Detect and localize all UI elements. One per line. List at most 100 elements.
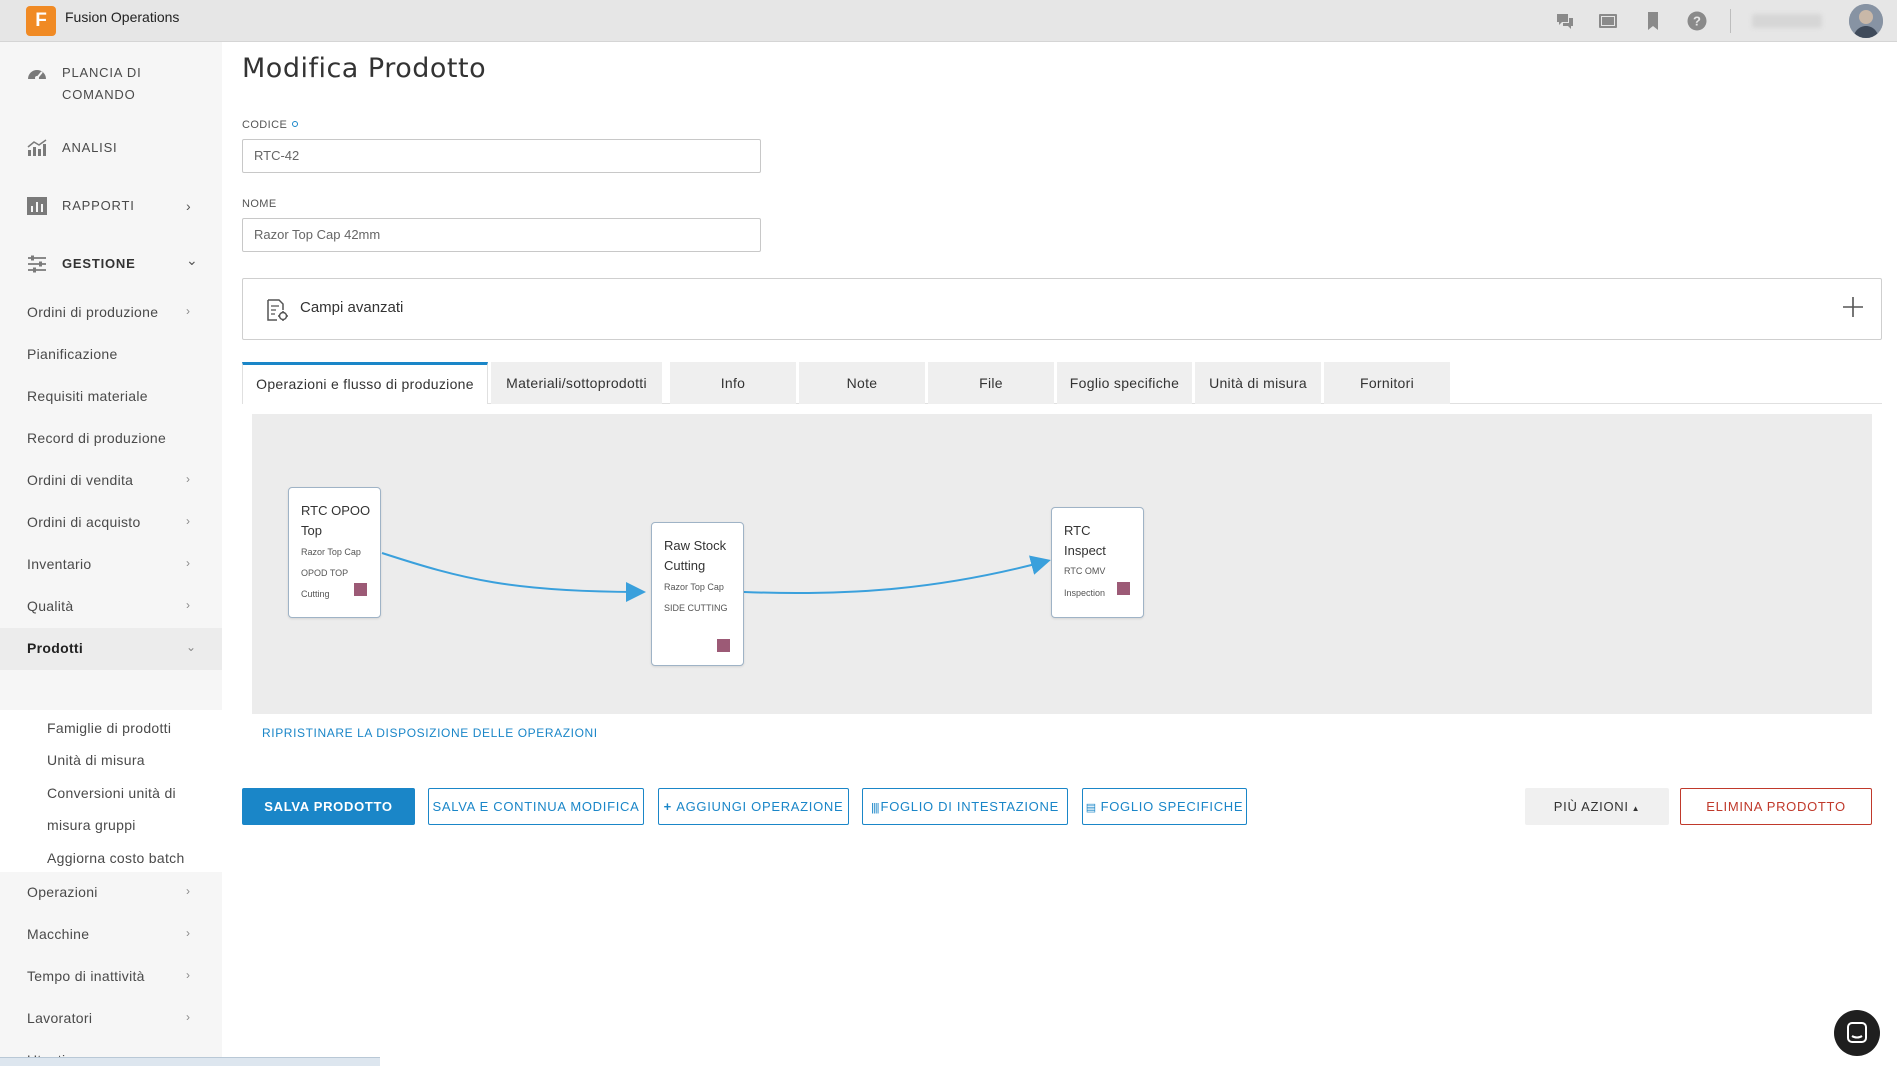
sidebar-subitem-units[interactable]: Unità di misura (47, 752, 145, 768)
header-sheet-button[interactable]: |||| FOGLIO DI INTESTAZIONE (862, 788, 1068, 825)
sidebar-item-label: RAPPORTI (62, 198, 135, 213)
svg-text:?: ? (1693, 14, 1701, 29)
code-label: CODICE (242, 119, 299, 131)
caret-up-icon: ▲ (1628, 804, 1641, 813)
sidebar-item-analytics[interactable]: ANALISI (0, 138, 222, 162)
tab-operations-flow[interactable]: Operazioni e flusso di produzione (242, 362, 488, 404)
status-square-icon (354, 583, 367, 596)
flow-node-rtc-opoo-top[interactable]: RTC OPOO Top Razor Top Cap OPOD TOP Cutt… (288, 487, 381, 618)
sidebar-item-label: Operazioni (27, 884, 98, 900)
barcode-icon: |||| (871, 802, 881, 814)
sidebar-item-machines[interactable]: Macchine › (0, 914, 222, 956)
tab-info[interactable]: Info (670, 362, 796, 404)
tab-suppliers[interactable]: Fornitori (1324, 362, 1450, 404)
more-actions-label: PIÙ AZIONI (1553, 799, 1629, 814)
add-operation-button[interactable]: + AGGIUNGI OPERAZIONE (658, 788, 849, 825)
sidebar-item-label: Pianificazione (27, 346, 118, 362)
avatar[interactable] (1849, 4, 1883, 38)
dashboard-icon (28, 70, 46, 80)
sidebar-item-purchase-orders[interactable]: Ordini di acquisto › (0, 502, 222, 544)
chat-icon[interactable] (1554, 10, 1576, 32)
video-icon[interactable] (1597, 10, 1619, 32)
sidebar-item-products[interactable]: Prodotti ⌄ (0, 628, 222, 670)
flow-node-raw-stock-cutting[interactable]: Raw Stock Cutting Razor Top Cap SIDE CUT… (651, 522, 744, 666)
user-avatar-icon (1849, 4, 1883, 38)
sidebar-subitem-unit-conversions[interactable]: Conversioni unità di (47, 785, 176, 801)
sidebar-item-label: Ordini di acquisto (27, 514, 141, 530)
tab-notes[interactable]: Note (799, 362, 925, 404)
sidebar-item-label: Requisiti materiale (27, 388, 148, 404)
sidebar-item-label: Record di produzione (27, 430, 167, 446)
chat-bubble-icon (1847, 1022, 1867, 1043)
support-chat-button[interactable] (1834, 1010, 1880, 1056)
sidebar-item-quality[interactable]: Qualità › (0, 586, 222, 628)
app-title[interactable]: Fusion Operations (65, 9, 179, 25)
plus-icon: + (663, 799, 677, 814)
chevron-right-icon: › (186, 556, 190, 570)
help-icon[interactable]: ? (1686, 10, 1708, 32)
spec-sheet-label: FOGLIO SPECIFICHE (1100, 799, 1244, 814)
sidebar-subitem-update-batch-cost[interactable]: Aggiorna costo batch (47, 850, 185, 866)
bookmark-icon[interactable] (1642, 10, 1664, 32)
chevron-right-icon: › (186, 304, 190, 318)
page-title: Modifica Prodotto (242, 53, 487, 84)
sidebar-item-workers[interactable]: Lavoratori › (0, 998, 222, 1040)
header-sheet-label: FOGLIO DI INTESTAZIONE (880, 799, 1059, 814)
sidebar-item-dashboard[interactable]: PLANCIA DI COMANDO (0, 60, 222, 104)
node-operation: SIDE CUTTING (664, 603, 728, 613)
spec-sheet-button[interactable]: ▤ FOGLIO SPECIFICHE (1082, 788, 1247, 825)
reports-icon (27, 197, 47, 215)
code-input[interactable]: RTC-42 (242, 139, 761, 173)
sidebar-item-management[interactable]: GESTIONE ⌄ (0, 252, 222, 278)
chevron-right-icon: › (186, 968, 190, 982)
flow-arrow-1 (381, 552, 646, 602)
tab-spec-sheet[interactable]: Foglio specifiche (1057, 362, 1192, 404)
tab-files[interactable]: File (928, 362, 1054, 404)
save-product-button[interactable]: SALVA PRODOTTO (242, 788, 415, 825)
more-actions-button[interactable]: PIÙ AZIONI ▲ (1525, 788, 1669, 825)
sidebar-item-operations[interactable]: Operazioni › (0, 872, 222, 914)
sidebar-item-label: ANALISI (62, 140, 118, 155)
chevron-right-icon: › (186, 884, 190, 898)
tab-units[interactable]: Unità di misura (1195, 362, 1321, 404)
sidebar-item-label: Macchine (27, 926, 90, 942)
node-product: Razor Top Cap (301, 547, 361, 557)
sidebar-item-production-orders[interactable]: Ordini di produzione › (0, 292, 222, 334)
divider (1730, 9, 1731, 33)
save-continue-button[interactable]: SALVA E CONTINUA MODIFICA (428, 788, 644, 825)
sidebar-subitem-product-families[interactable]: Famiglie di prodotti (47, 720, 171, 736)
advanced-fields-label: Campi avanzati (300, 299, 404, 316)
sidebar: PLANCIA DI COMANDO ANALISI RAPPORTI › GE… (0, 42, 222, 1066)
sidebar-item-label: Lavoratori (27, 1010, 93, 1026)
sidebar-item-reports[interactable]: RAPPORTI › (0, 196, 222, 220)
reset-layout-link[interactable]: RIPRISTINARE LA DISPOSIZIONE DELLE OPERA… (262, 726, 598, 740)
chevron-right-icon: › (186, 926, 190, 940)
sidebar-item-label: Ordini di vendita (27, 472, 134, 488)
sidebar-item-downtime[interactable]: Tempo di inattività › (0, 956, 222, 998)
sidebar-item-label: PLANCIA DI COMANDO (62, 65, 142, 102)
name-input[interactable]: Razor Top Cap 42mm (242, 218, 761, 252)
sidebar-item-label: GESTIONE (62, 256, 136, 271)
status-bar-url (0, 1057, 380, 1066)
operations-flow-canvas[interactable]: RTC OPOO Top Razor Top Cap OPOD TOP Cutt… (252, 414, 1872, 714)
sidebar-item-planning[interactable]: Pianificazione (0, 334, 222, 376)
delete-product-button[interactable]: ELIMINA PRODOTTO (1680, 788, 1872, 825)
sidebar-item-production-records[interactable]: Record di produzione (0, 418, 222, 460)
flow-node-rtc-inspect[interactable]: RTC Inspect RTC OMV Inspection (1051, 507, 1144, 618)
sidebar-item-inventory[interactable]: Inventario › (0, 544, 222, 586)
tab-materials[interactable]: Materiali/sottoprodotti (491, 362, 662, 404)
sidebar-item-sales-orders[interactable]: Ordini di vendita › (0, 460, 222, 502)
advanced-fields-panel[interactable]: Campi avanzati (242, 278, 1882, 340)
app-logo[interactable]: F (26, 6, 56, 36)
file-icon: ▤ (1085, 802, 1101, 814)
sidebar-item-material-requirements[interactable]: Requisiti materiale (0, 376, 222, 418)
node-product: Razor Top Cap (664, 582, 724, 592)
expand-plus-icon[interactable] (1841, 295, 1865, 319)
settings-document-icon (267, 299, 288, 321)
node-title: RTC OPOO Top (301, 503, 371, 538)
user-name-blurred[interactable] (1752, 14, 1822, 28)
top-bar: F Fusion Operations ? (0, 0, 1897, 42)
flow-arrow-2 (743, 555, 1051, 595)
node-operation-cont: Cutting (301, 589, 330, 599)
sidebar-subitem-unit-conversions-line2[interactable]: misura gruppi (47, 817, 136, 833)
